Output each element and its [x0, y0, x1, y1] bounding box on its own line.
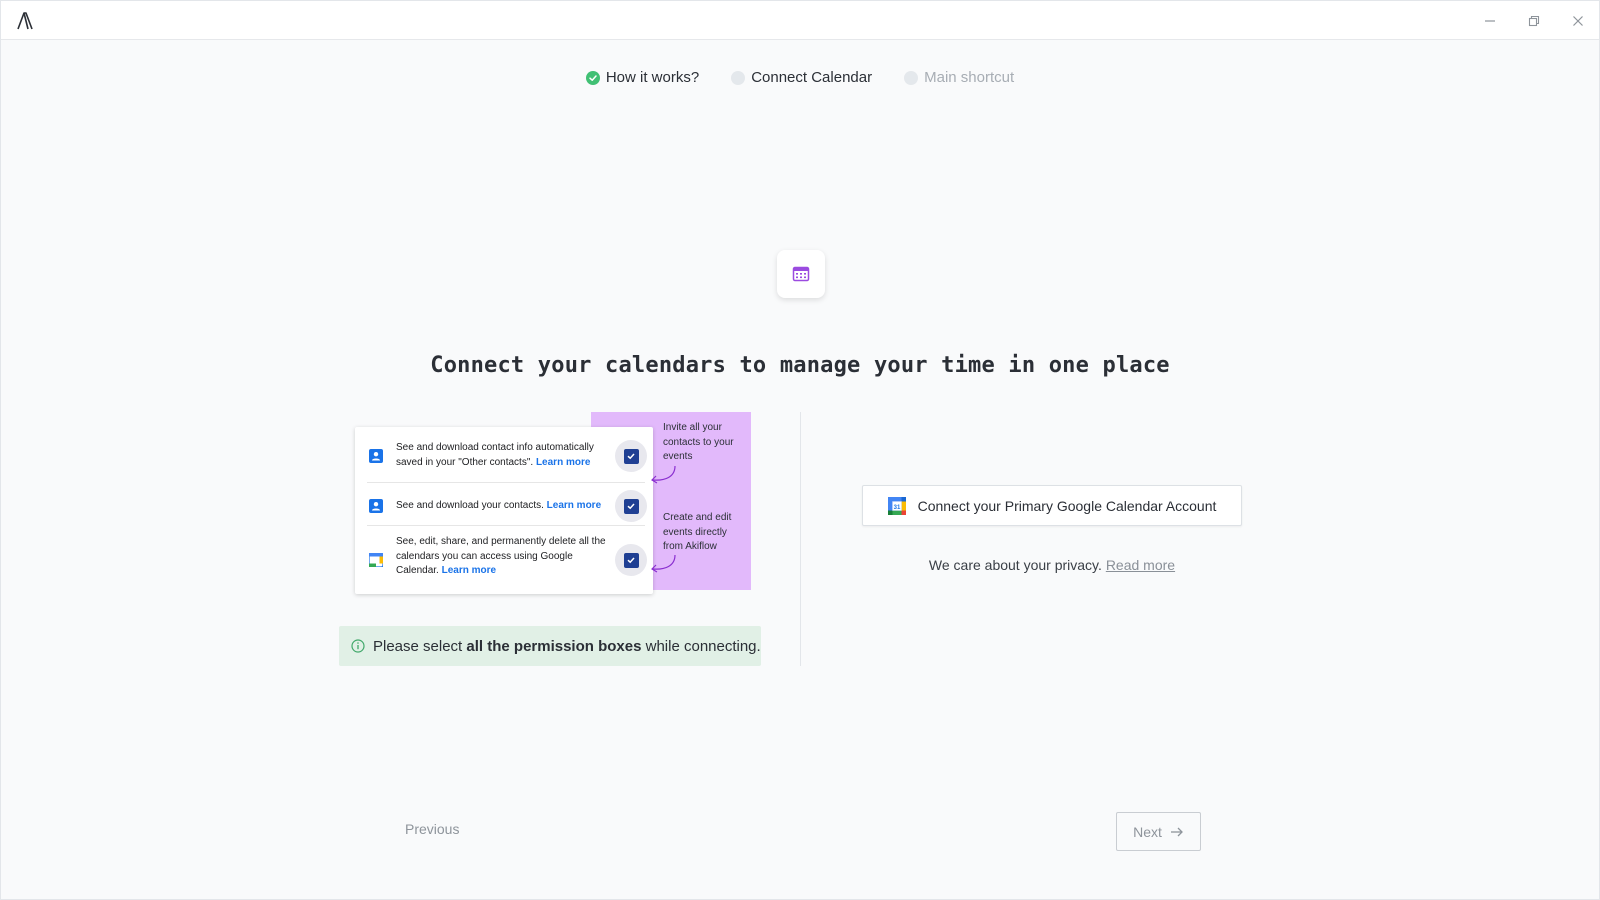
minimize-button[interactable]: [1479, 10, 1501, 32]
step-main-shortcut[interactable]: Main shortcut: [904, 69, 1014, 86]
previous-button[interactable]: Previous: [405, 821, 459, 837]
calendar-icon: [792, 266, 810, 282]
minimize-icon: [1485, 20, 1495, 22]
learn-more-link: Learn more: [535, 456, 591, 468]
page-title: Connect your calendars to manage your ti…: [430, 353, 1170, 378]
permission-info-banner: Please select all the permission boxes w…: [339, 626, 761, 666]
permission-row-calendars: See, edit, share, and permanently delete…: [355, 533, 653, 585]
next-button[interactable]: Next: [1116, 812, 1201, 851]
read-more-link[interactable]: Read more: [1106, 557, 1175, 573]
akiflow-logo-icon: [17, 12, 33, 30]
privacy-text: We care about your privacy.: [928, 557, 1106, 573]
calendar-hero-tile: [777, 250, 825, 298]
permissions-illustration: See and download contact info automatica…: [355, 412, 751, 594]
permission-checkbox: [615, 544, 647, 576]
onboarding-stepper: How it works? Connect Calendar Main shor…: [1, 69, 1599, 86]
contacts-icon: [369, 499, 383, 513]
permission-text: See and download your contacts. Learn mo…: [396, 500, 602, 511]
info-banner-text: Please select all the permission boxes w…: [373, 637, 761, 655]
permission-row-contacts: See and download your contacts. Learn mo…: [355, 489, 653, 523]
connect-button-label: Connect your Primary Google Calendar Acc…: [917, 497, 1217, 514]
permission-divider: [367, 482, 645, 483]
close-button[interactable]: [1567, 10, 1589, 32]
step-indicator-icon: [904, 70, 919, 85]
info-icon: [351, 639, 365, 653]
checkbox-checked-icon: [623, 552, 639, 568]
learn-more-link: Learn more: [441, 565, 497, 576]
permission-text: See, edit, share, and permanently delete…: [396, 536, 606, 576]
permission-row-other-contacts: See and download contact info automatica…: [355, 439, 653, 473]
next-button-label: Next: [1133, 823, 1162, 840]
svg-text:31: 31: [893, 504, 900, 510]
permission-checkbox: [615, 490, 647, 522]
step-indicator-icon: [731, 70, 746, 85]
vertical-divider: [800, 412, 801, 666]
title-bar: [1, 1, 1599, 40]
illustration-note-invite: Invite all your contacts to your events: [663, 422, 734, 462]
step-complete-check-icon: [585, 70, 600, 85]
contacts-icon: [369, 449, 383, 463]
step-label: How it works?: [605, 69, 700, 86]
step-connect-calendar[interactable]: Connect Calendar: [731, 69, 872, 86]
app-window: How it works? Connect Calendar Main shor…: [0, 0, 1600, 900]
curved-arrow-icon: [651, 465, 676, 484]
google-calendar-small-icon: [369, 553, 383, 567]
checkbox-checked-icon: [623, 448, 639, 464]
arrow-right-icon: [1170, 827, 1183, 836]
step-label: Connect Calendar: [751, 69, 873, 86]
permission-divider: [367, 525, 645, 526]
learn-more-link: Learn more: [546, 500, 602, 511]
curved-arrow-icon: [651, 554, 676, 573]
illustration-note-create: Create and edit events directly from Aki…: [663, 512, 732, 552]
permission-checkbox: [615, 440, 647, 472]
privacy-note: We care about your privacy. Read more: [862, 557, 1242, 573]
restore-icon: [1528, 15, 1540, 27]
permission-text: See and download contact info automatica…: [396, 442, 594, 468]
step-label: Main shortcut: [924, 69, 1015, 86]
step-how-it-works[interactable]: How it works?: [585, 69, 700, 86]
google-permissions-card: See and download contact info automatica…: [355, 427, 653, 594]
connect-google-calendar-button[interactable]: 31 Connect your Primary Google Calendar …: [862, 485, 1242, 526]
restore-button[interactable]: [1523, 10, 1545, 32]
close-icon: [1573, 16, 1583, 26]
google-calendar-icon: 31: [887, 496, 906, 515]
checkbox-checked-icon: [623, 498, 639, 514]
